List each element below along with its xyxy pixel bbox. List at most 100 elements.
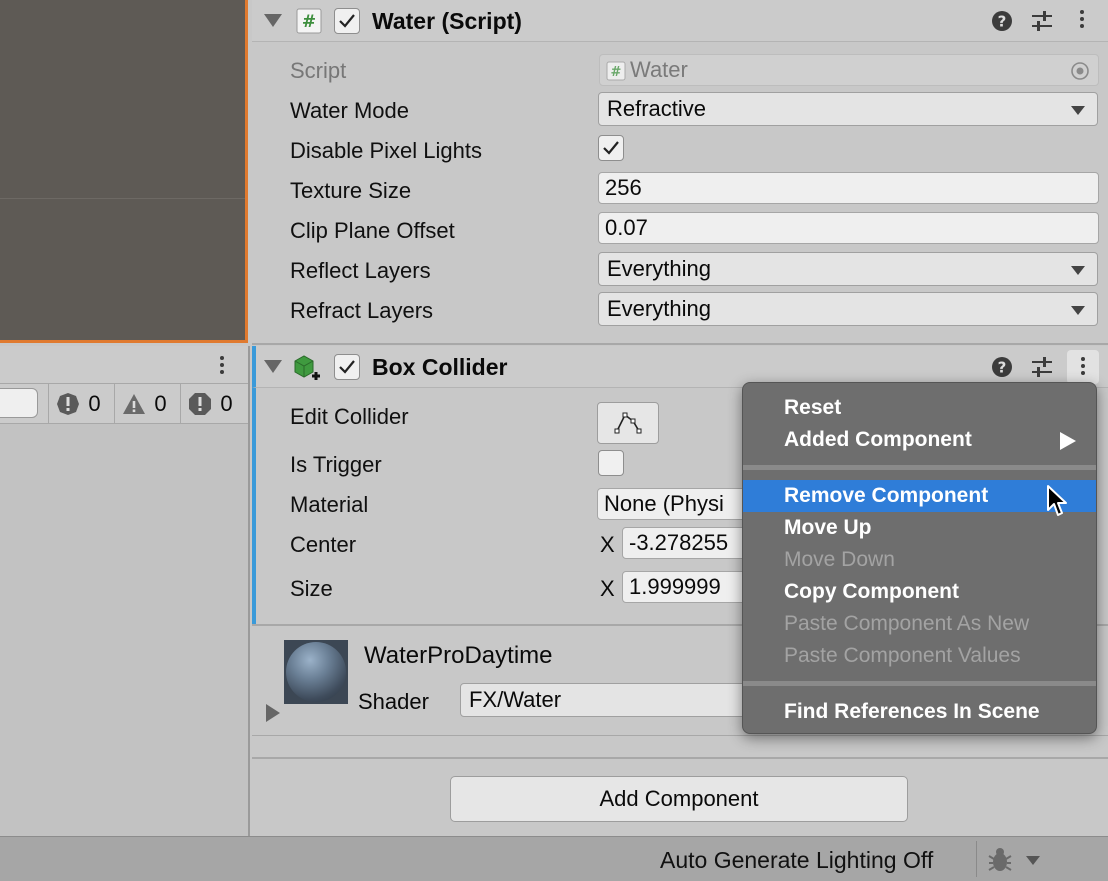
clip-plane-offset-input[interactable]: 0.07: [598, 212, 1099, 244]
edit-collider-icon: [614, 412, 642, 434]
warning-icon: [123, 393, 146, 414]
texture-size-input[interactable]: 256: [598, 172, 1099, 204]
refract-layers-label: Refract Layers: [290, 298, 434, 323]
refract-layers-dropdown[interactable]: Everything: [598, 292, 1098, 326]
reflect-layers-dropdown[interactable]: Everything: [598, 252, 1098, 286]
preset-sliders-icon[interactable]: [1030, 9, 1054, 33]
help-icon[interactable]: ?: [990, 355, 1014, 379]
menu-item-remove-component[interactable]: Remove Component: [743, 480, 1096, 512]
disable-pixel-lights-checkbox[interactable]: [598, 135, 624, 161]
foldout-arrow-icon[interactable]: [264, 360, 282, 373]
menu-item-reset[interactable]: Reset: [743, 392, 1096, 424]
menu-item-move-up[interactable]: Move Up: [743, 512, 1096, 544]
scene-grid-line: [0, 198, 245, 199]
menu-item-find-references-in-scene[interactable]: Find References In Scene: [743, 696, 1096, 728]
console-warning-toggle[interactable]: 0: [114, 384, 174, 423]
svg-text:?: ?: [998, 359, 1007, 377]
object-picker-icon[interactable]: [1070, 61, 1090, 81]
menu-item-added-component[interactable]: Added Component: [743, 424, 1096, 456]
info-count: 0: [220, 390, 233, 416]
component-divider: [252, 735, 1108, 736]
script-value: Water: [630, 57, 688, 82]
reflect-layers-label: Reflect Layers: [290, 258, 431, 283]
status-divider: [976, 841, 977, 877]
preset-sliders-icon[interactable]: [1030, 355, 1054, 379]
texture-size-label: Texture Size: [290, 178, 412, 203]
submenu-arrow-icon: [1060, 432, 1076, 450]
checkmark-icon: [339, 14, 355, 28]
svg-text:?: ?: [998, 13, 1007, 31]
water-mode-value: Refractive: [607, 96, 707, 121]
edit-collider-label: Edit Collider: [290, 404, 409, 429]
component-context-menu: Reset Added Component Remove Component M…: [742, 382, 1097, 734]
menu-item-label: Added Component: [784, 428, 972, 451]
warning-count: 0: [154, 390, 167, 416]
edit-collider-button[interactable]: [597, 402, 659, 444]
size-label: Size: [290, 576, 333, 601]
refract-layers-value: Everything: [607, 296, 711, 321]
water-script-enabled-checkbox[interactable]: [334, 8, 360, 34]
is-trigger-label: Is Trigger: [290, 452, 382, 477]
box-collider-enabled-checkbox[interactable]: [334, 354, 360, 380]
console-search-input[interactable]: [0, 388, 38, 418]
menu-item-copy-component[interactable]: Copy Component: [743, 576, 1096, 608]
checkmark-icon: [603, 141, 619, 155]
box-collider-kebab-button[interactable]: [1067, 350, 1099, 384]
material-foldout-icon[interactable]: [266, 704, 280, 722]
chevron-down-icon: [1071, 106, 1085, 115]
reflect-layers-value: Everything: [607, 256, 711, 281]
component-divider: [252, 757, 1108, 759]
foldout-arrow-icon[interactable]: [264, 14, 282, 27]
bug-icon[interactable]: [986, 846, 1014, 874]
svg-text:#: #: [611, 65, 622, 80]
water-script-kebab-menu-icon[interactable]: [1079, 10, 1085, 28]
menu-separator: [743, 465, 1096, 470]
menu-separator: [743, 681, 1096, 686]
material-object-field[interactable]: None (Physi: [597, 488, 757, 520]
lighting-status-text[interactable]: Auto Generate Lighting Off: [660, 847, 933, 874]
script-object-field[interactable]: # Water: [599, 54, 1099, 86]
water-mode-dropdown[interactable]: Refractive: [598, 92, 1098, 126]
box-collider-accent-bar: [252, 388, 256, 624]
kebab-menu-icon: [1080, 357, 1086, 375]
hash-script-icon: #: [296, 8, 322, 34]
add-component-button[interactable]: Add Component: [450, 776, 908, 822]
menu-item-paste-component-values: Paste Component Values: [784, 644, 1021, 667]
info-icon: [189, 392, 212, 415]
status-bar: Auto Generate Lighting Off: [0, 836, 1108, 881]
material-name: WaterProDaytime: [364, 642, 553, 669]
center-x-label[interactable]: X: [600, 532, 615, 558]
svg-text:#: #: [302, 12, 316, 32]
mouse-cursor-icon: [1047, 485, 1067, 516]
chevron-down-icon[interactable]: [1026, 856, 1040, 865]
console-panel: 0 0 0: [0, 346, 250, 836]
material-preview-thumbnail[interactable]: [284, 640, 348, 704]
clip-plane-offset-label: Clip Plane Offset: [290, 218, 455, 243]
console-error-toggle[interactable]: 0: [48, 384, 108, 423]
console-kebab-menu-icon[interactable]: [219, 356, 225, 374]
shader-value: FX/Water: [469, 687, 562, 712]
checkmark-icon: [339, 360, 355, 374]
console-info-toggle[interactable]: 0: [180, 384, 240, 423]
size-x-label[interactable]: X: [600, 576, 615, 602]
disable-pixel-lights-label: Disable Pixel Lights: [290, 138, 482, 163]
box-collider-title: Box Collider: [372, 354, 508, 380]
water-script-title: Water (Script): [372, 8, 522, 34]
water-script-header[interactable]: # Water (Script) ?: [252, 0, 1108, 42]
console-toolbar: 0 0 0: [0, 384, 248, 424]
menu-item-move-down: Move Down: [784, 548, 895, 571]
center-x-input[interactable]: -3.278255: [622, 527, 757, 559]
menu-item-paste-component-as-new: Paste Component As New: [784, 612, 1030, 635]
error-icon: [57, 392, 80, 415]
shader-dropdown[interactable]: FX/Water: [460, 683, 750, 717]
chevron-down-icon: [1071, 266, 1085, 275]
shader-label: Shader: [358, 689, 429, 714]
scene-view[interactable]: [0, 0, 248, 343]
help-icon[interactable]: ?: [990, 9, 1014, 33]
material-label: Material: [290, 492, 369, 517]
size-x-input[interactable]: 1.999999: [622, 571, 757, 603]
hash-script-icon: #: [606, 61, 626, 81]
water-mode-label: Water Mode: [290, 98, 410, 123]
error-count: 0: [88, 390, 101, 416]
is-trigger-checkbox[interactable]: [598, 450, 624, 476]
